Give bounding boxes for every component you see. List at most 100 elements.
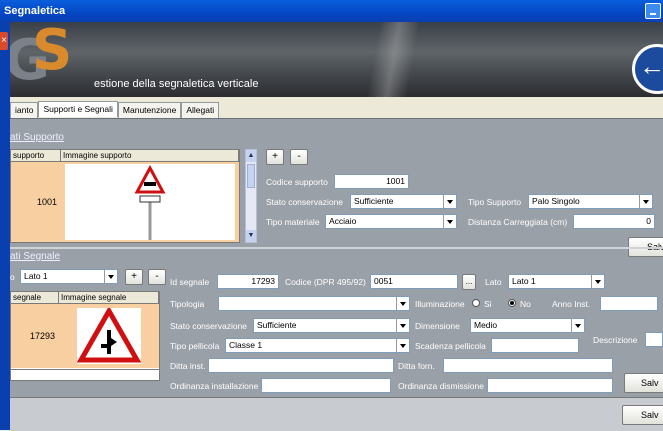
supporto-sign-icon: [134, 164, 166, 240]
dimensione-value: Medio: [474, 320, 498, 330]
ditta-inst-label: Ditta inst.: [170, 361, 206, 371]
tab-impianto[interactable]: ianto: [10, 102, 39, 118]
pellicola-select[interactable]: Classe 1: [225, 338, 410, 353]
stato-supporto-select[interactable]: Sufficiente: [350, 194, 457, 209]
illuminazione-si-radio[interactable]: [472, 299, 480, 307]
tipo-supporto-select[interactable]: Palo Singolo: [528, 194, 653, 209]
supporto-image-cell: [61, 162, 239, 242]
anno-label: Anno Inst.: [552, 299, 591, 309]
tipo-supporto-value: Palo Singolo: [532, 196, 580, 206]
save-segnale-button[interactable]: Salv: [624, 373, 663, 393]
supporto-grid: supporto Immagine supporto 1001: [10, 149, 240, 243]
ditta-forn-field[interactable]: [443, 358, 613, 373]
codice-dpr-field[interactable]: 0051: [370, 274, 458, 289]
tipologia-label: Tipologia: [170, 299, 205, 309]
remove-supporto-button[interactable]: -: [290, 149, 308, 165]
supporto-grid-col1: supporto: [11, 150, 61, 161]
illuminazione-no-radio[interactable]: [508, 299, 516, 307]
ord-inst-label: Ordinanza installazione: [170, 381, 259, 391]
chevron-down-icon[interactable]: [639, 195, 652, 208]
tab-allegati[interactable]: Allegati: [181, 102, 220, 118]
chevron-down-icon[interactable]: [591, 275, 604, 288]
stato-segnale-select[interactable]: Sufficiente: [253, 318, 410, 333]
close-icon[interactable]: ×: [0, 32, 8, 50]
chevron-down-icon[interactable]: [396, 297, 409, 310]
ditta-forn-label: Ditta forn.: [398, 361, 435, 371]
lato-prefix-label: o: [10, 272, 15, 282]
supporto-section-label: ati Supporto: [10, 132, 64, 143]
segnale-row-id[interactable]: 17293: [11, 304, 59, 368]
tipologia-select[interactable]: [218, 296, 410, 311]
minimize-button[interactable]: [645, 3, 661, 19]
illuminazione-no-label: No: [520, 299, 531, 309]
codice-supporto-field[interactable]: 1001: [334, 174, 409, 189]
dimensione-label: Dimensione: [415, 321, 460, 331]
chevron-down-icon[interactable]: [571, 319, 584, 332]
save-all-button[interactable]: Salv: [622, 405, 663, 425]
scadenza-field[interactable]: [491, 338, 579, 353]
scroll-up-icon[interactable]: ▲: [246, 150, 256, 162]
distanza-label: Distanza Carreggiata (cm): [468, 217, 568, 227]
app-banner: G S estione della segnaletica verticale: [10, 22, 663, 97]
supporto-grid-scrollbar[interactable]: ▲ ▼: [245, 149, 257, 243]
chevron-down-icon[interactable]: [443, 215, 456, 228]
bottom-bar: Salv: [10, 397, 663, 431]
segnale-sign-icon: [76, 305, 142, 363]
remove-segnale-button[interactable]: -: [148, 269, 166, 285]
stato-supporto-label: Stato conservazione: [266, 197, 344, 207]
materiale-select[interactable]: Acciaio: [325, 214, 457, 229]
window-title: Segnaletica: [4, 5, 66, 17]
tab-manutenzione[interactable]: Manutenzione: [117, 102, 182, 118]
distanza-field[interactable]: 0: [573, 214, 655, 229]
ord-inst-field[interactable]: [261, 378, 391, 393]
supporto-grid-col2: Immagine supporto: [61, 150, 239, 161]
pellicola-value: Classe 1: [229, 340, 263, 350]
pellicola-label: Tipo pellicola: [170, 341, 220, 351]
segnale-grid-col2: Immagine segnale: [59, 292, 159, 303]
chevron-down-icon[interactable]: [396, 319, 409, 332]
stato-supporto-value: Sufficiente: [354, 196, 394, 206]
descrizione-label: Descrizione: [593, 335, 638, 345]
scroll-down-icon[interactable]: ▼: [246, 230, 256, 242]
stato-segnale-label: Stato conservazione: [170, 321, 248, 331]
supporto-grid-header: supporto Immagine supporto: [11, 150, 239, 162]
id-segnale-label: Id segnale: [170, 277, 210, 287]
segnale-grid-col1: segnale: [11, 292, 59, 303]
chevron-down-icon[interactable]: [396, 339, 409, 352]
segnale-lato-select[interactable]: Lato 1: [20, 269, 118, 284]
segnale-lato-select-value: Lato 1: [24, 271, 48, 281]
dimensione-select[interactable]: Medio: [470, 318, 585, 333]
supporto-row-id[interactable]: 1001: [11, 162, 61, 242]
segnale-grid: segnale Immagine segnale 17293: [10, 291, 160, 381]
descrizione-field[interactable]: [645, 332, 663, 347]
ord-dism-field[interactable]: [487, 378, 613, 393]
segnale-image: [76, 305, 142, 364]
chevron-down-icon[interactable]: [104, 270, 117, 283]
id-segnale-field[interactable]: 17293: [217, 274, 279, 289]
stato-segnale-value: Sufficiente: [257, 320, 297, 330]
browse-codice-button[interactable]: ...: [462, 274, 476, 290]
lato-select[interactable]: Lato 1: [508, 274, 605, 289]
section-divider: [10, 247, 663, 249]
scroll-thumb[interactable]: [247, 164, 255, 188]
add-supporto-button[interactable]: +: [266, 149, 284, 165]
materiale-label: Tipo materiale: [266, 217, 320, 227]
window-title-bar: Segnaletica: [0, 0, 663, 22]
segnale-section-label: ati Segnale: [10, 251, 61, 262]
lato-value: Lato 1: [512, 276, 536, 286]
supporto-image: [65, 164, 235, 240]
codice-supporto-label: Codice supporto: [266, 177, 328, 187]
segnale-grid-header: segnale Immagine segnale: [11, 292, 159, 304]
ditta-inst-field[interactable]: [208, 358, 394, 373]
segnale-image-cell: [59, 304, 159, 368]
add-segnale-button[interactable]: +: [125, 269, 143, 285]
illuminazione-si-label: Si: [484, 299, 492, 309]
left-window-edge: [0, 22, 10, 430]
illuminazione-label: Illuminazione: [415, 299, 465, 309]
direction-sign-icon: [632, 44, 663, 94]
anno-field[interactable]: [600, 296, 658, 311]
materiale-value: Acciaio: [329, 216, 357, 226]
road-graphic: [340, 22, 460, 97]
chevron-down-icon[interactable]: [443, 195, 456, 208]
tab-supporti-segnali[interactable]: Supporti e Segnali: [38, 101, 118, 117]
